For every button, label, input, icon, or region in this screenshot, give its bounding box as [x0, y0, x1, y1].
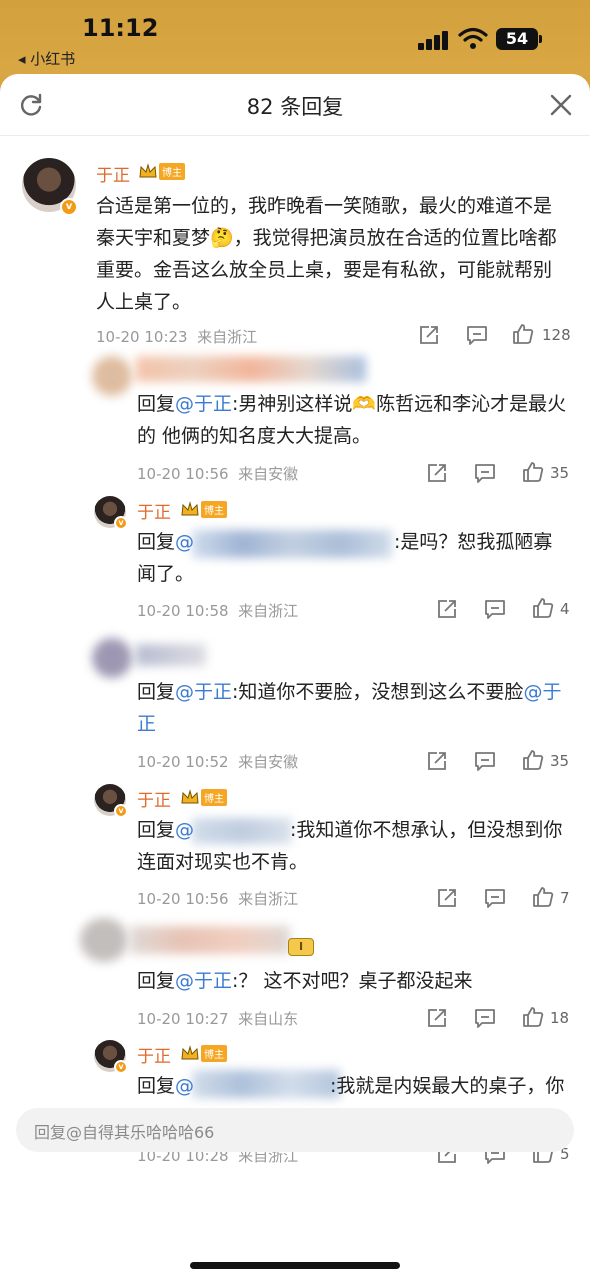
comment-icon[interactable]	[474, 1007, 496, 1029]
blurred-username	[136, 644, 206, 666]
reply-meta: 10-20 10:56 来自安徽	[137, 465, 299, 483]
wifi-icon	[458, 27, 488, 49]
like-icon[interactable]	[512, 323, 534, 345]
v-badge-icon: v	[114, 804, 128, 818]
comment-author[interactable]: 于正	[96, 161, 130, 186]
reply-text: 回复@于正:男神别这样说🫶陈哲远和李沁才是最火的 他俩的知名度大大提高。	[137, 393, 567, 447]
crown-icon	[181, 1045, 199, 1060]
reply-author[interactable]: 于正	[137, 498, 171, 523]
reply-meta: 10-20 10:56 来自浙江	[137, 890, 299, 908]
comment-text: 合适是第一位的，我昨晚看一笑随歌，最火的难道不是秦天宇和夏梦🤔，我觉得把演员放在…	[96, 195, 557, 313]
crown-icon	[181, 501, 199, 516]
blogger-tag: 博主	[201, 1044, 227, 1062]
blurred-username	[136, 356, 366, 382]
mention-link[interactable]: @	[175, 1075, 194, 1097]
share-icon[interactable]	[426, 462, 448, 484]
comment-icon[interactable]	[484, 887, 506, 909]
like-icon[interactable]	[522, 749, 544, 771]
reply-text: 回复@于正:知道你不要脸，没想到这么不要脸@于正	[137, 681, 562, 735]
share-icon[interactable]	[418, 324, 440, 346]
status-time: 11:12	[82, 14, 159, 42]
mention-link[interactable]: @	[175, 819, 194, 841]
mention-link[interactable]: @于正	[175, 681, 232, 703]
panel-title: 82 条回复	[246, 95, 344, 119]
like-count: 18	[550, 1009, 570, 1027]
back-to-app-link[interactable]: ◂ 小红书	[18, 48, 75, 69]
crown-icon	[181, 789, 199, 804]
comment-icon[interactable]	[474, 750, 496, 772]
reply-input[interactable]: 回复@自得其乐哈哈哈66	[16, 1108, 574, 1152]
level-badge: I	[288, 938, 314, 956]
mention-link[interactable]: @于正	[175, 393, 232, 415]
reply-author[interactable]: 于正	[137, 786, 171, 811]
like-icon[interactable]	[532, 886, 554, 908]
comment-time: 10-20 10:23	[96, 328, 188, 346]
home-indicator[interactable]	[190, 1262, 400, 1269]
reply-text: 回复@:我知道你不想承认，但没想到你连面对现实也不肯。	[137, 819, 563, 873]
like-count: 35	[550, 464, 570, 482]
comment-icon[interactable]	[484, 598, 506, 620]
blurred-username	[130, 926, 290, 954]
comment-meta: 10-20 10:23 来自浙江	[96, 326, 257, 347]
avatar[interactable]	[80, 918, 128, 962]
v-badge-icon: v	[114, 1060, 128, 1074]
blogger-tag: 博主	[201, 788, 227, 806]
reply-meta: 10-20 10:52 来自安徽	[137, 753, 299, 771]
reply-input-placeholder: 回复@自得其乐哈哈哈66	[34, 1123, 215, 1142]
blogger-badge: 博主	[180, 788, 227, 806]
reply-text: 回复@于正:？ 这不对吧？桌子都没起来	[137, 970, 473, 992]
share-icon[interactable]	[436, 887, 458, 909]
share-icon[interactable]	[426, 1007, 448, 1029]
like-count: 4	[560, 600, 570, 618]
comment-icon[interactable]	[466, 324, 488, 346]
reply-meta: 10-20 10:27 来自山东	[137, 1010, 299, 1028]
mention-link[interactable]: @于正	[175, 970, 232, 992]
blogger-tag: 博主	[159, 162, 185, 180]
signal-icon	[418, 30, 450, 50]
crown-icon	[139, 163, 157, 178]
blogger-badge: 博主	[180, 1044, 227, 1062]
comment-icon[interactable]	[474, 462, 496, 484]
reply-meta: 10-20 10:58 来自浙江	[137, 602, 299, 620]
reply-author[interactable]: 于正	[137, 1042, 171, 1067]
blogger-tag: 博主	[201, 500, 227, 518]
status-bar: 11:12 ◂ 小红书 54	[0, 0, 590, 76]
v-badge-icon: v	[60, 198, 78, 216]
blogger-badge: 博主	[138, 162, 185, 180]
like-icon[interactable]	[522, 461, 544, 483]
avatar[interactable]	[92, 638, 132, 678]
close-icon[interactable]	[548, 92, 574, 118]
comment-location: 来自浙江	[197, 328, 258, 346]
share-icon[interactable]	[436, 598, 458, 620]
like-count: 35	[550, 752, 570, 770]
reply-text: 回复@:是吗？恕我孤陋寡闻了。	[137, 531, 553, 585]
mention-link[interactable]: @	[175, 531, 194, 553]
like-icon[interactable]	[532, 597, 554, 619]
blogger-badge: 博主	[180, 500, 227, 518]
like-count: 128	[542, 326, 571, 344]
panel-header: 82 条回复	[0, 74, 590, 136]
avatar[interactable]	[92, 356, 132, 396]
like-count: 7	[560, 889, 570, 907]
like-icon[interactable]	[522, 1006, 544, 1028]
share-icon[interactable]	[426, 750, 448, 772]
v-badge-icon: v	[114, 516, 128, 530]
battery-icon: 54	[496, 28, 542, 50]
